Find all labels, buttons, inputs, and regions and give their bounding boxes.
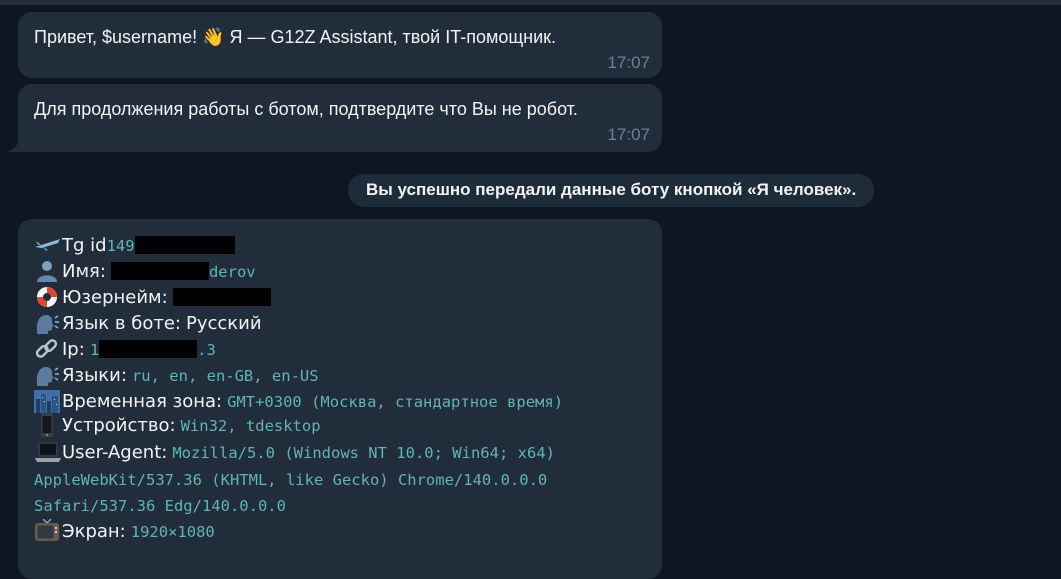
info-value: Русский [185, 313, 262, 334]
info-row-user-agent: User-Agent: Mozilla/5.0 (Windows NT 10.0… [34, 440, 555, 465]
message-bubble-verify[interactable]: Для продолжения работы с ботом, подтверд… [18, 84, 662, 152]
bust-silhouette-icon [34, 259, 60, 282]
info-value: derov [208, 263, 256, 281]
info-row-user-agent-cont: Safari/537.36 Edg/140.0.0.0 [34, 493, 286, 518]
info-row-timezone: Временная зона: GMT+0300 (Москва, станда… [34, 389, 563, 414]
info-label: Устройство: [62, 415, 176, 436]
info-value: 149 [106, 237, 135, 255]
info-label: Язык в боте: [62, 313, 181, 334]
info-label: Языки: [62, 365, 127, 386]
message-bubble-greeting[interactable]: Привет, $username! 👋 Я — G12Z Assistant,… [18, 12, 662, 78]
message-text: Для продолжения работы с ботом, подтверд… [34, 99, 578, 119]
laptop-icon [34, 440, 61, 462]
info-label: Имя: [62, 261, 106, 282]
mobile-phone-icon [34, 413, 60, 437]
info-value: 1920×1080 [130, 523, 215, 541]
redaction-bar [110, 262, 209, 280]
message-time: 17:07 [607, 53, 650, 72]
info-row-languages: Языки: ru, en, en-GB, en-US [34, 363, 319, 388]
info-value-start: 1 [89, 341, 100, 359]
message-time: 17:07 [607, 125, 650, 144]
info-row-ip: Ip: 1 .3 [34, 337, 216, 362]
info-row-name: Имя: derov [34, 259, 256, 284]
info-label: Временная зона: [62, 391, 223, 412]
info-row-device: Устройство: Win32, tdesktop [34, 413, 321, 438]
television-icon [34, 519, 60, 541]
info-value: ru, en, en-GB, en-US [131, 367, 319, 385]
message-text: Привет, $username! 👋 Я — G12Z Assistant,… [34, 27, 557, 47]
speaking-head-icon [34, 311, 60, 334]
info-row-screen: Экран: 1920×1080 [34, 519, 215, 544]
redaction-bar [172, 288, 271, 306]
info-row-bot-language: Язык в боте: Русский [34, 311, 262, 336]
info-value-line-2: AppleWebKit/537.36 (KHTML, like Gecko) C… [34, 471, 548, 489]
lifebuoy-icon [34, 285, 60, 307]
info-value-line-3: Safari/537.36 Edg/140.0.0.0 [34, 497, 286, 515]
service-message: Вы успешно передали данные боту кнопкой … [348, 174, 875, 207]
info-value: GMT+0300 (Москва, стандартное время) [227, 393, 564, 411]
info-label: Ip: [62, 339, 85, 360]
info-row-user-agent-cont: AppleWebKit/537.36 (KHTML, like Gecko) C… [34, 467, 547, 492]
info-row-username: Юзернейм: [34, 285, 271, 310]
info-label: Юзернейм: [62, 287, 168, 308]
info-row-tg-id: Tg id149 [34, 233, 235, 258]
speaking-head-icon [34, 363, 60, 386]
cityscape-icon [34, 389, 60, 413]
info-label: User-Agent: [62, 442, 168, 463]
info-value: Win32, tdesktop [180, 417, 321, 435]
redaction-bar [134, 236, 235, 254]
info-label: Tg id [62, 235, 107, 256]
info-label: Экран: [62, 521, 126, 542]
bubble-tail [7, 138, 21, 152]
airplane-icon [34, 233, 60, 255]
link-icon [34, 337, 60, 359]
info-value-line-1: Mozilla/5.0 (Windows NT 10.0; Win64; x64… [172, 444, 555, 462]
info-value-end: .3 [197, 341, 216, 359]
top-header-strip [0, 0, 1061, 5]
redaction-bar [99, 340, 198, 358]
